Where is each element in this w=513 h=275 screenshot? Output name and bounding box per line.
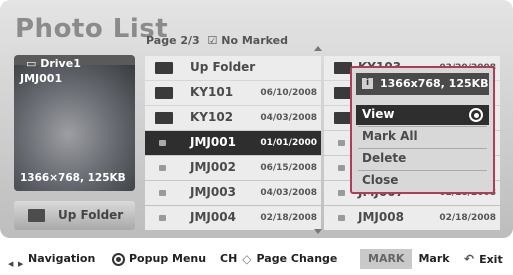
list-item[interactable]: KY102 04/03/2008 bbox=[145, 106, 321, 130]
bottom-help-bar: Navigation Popup Menu CH◇Page Change MAR… bbox=[0, 248, 513, 275]
photo-file-icon bbox=[159, 140, 166, 146]
info-icon: i bbox=[362, 78, 373, 89]
photo-file-icon bbox=[338, 215, 345, 221]
help-navigation: Navigation bbox=[8, 248, 95, 275]
folder-icon bbox=[155, 87, 173, 99]
help-mark: MARK Mark bbox=[360, 248, 450, 270]
list-item[interactable]: Up Folder bbox=[145, 56, 321, 80]
up-folder-button-label: Up Folder bbox=[58, 208, 124, 222]
menu-item-view[interactable]: View bbox=[356, 105, 489, 125]
list-item-selected[interactable]: JMJ001 01/01/2000 bbox=[145, 131, 321, 155]
menu-item-close[interactable]: Close bbox=[356, 171, 489, 191]
photo-file-icon bbox=[338, 190, 345, 196]
page-info: Page 2/3 ☑ No Marked bbox=[146, 34, 288, 47]
exit-icon: ↶ bbox=[464, 252, 475, 266]
help-page-change: CH ◇ Page Change bbox=[220, 248, 337, 270]
ok-button-icon bbox=[112, 252, 125, 266]
page-number: Page 2/3 bbox=[146, 34, 200, 47]
up-folder-button[interactable]: Up Folder bbox=[14, 201, 135, 230]
preview-file-name: JMJ001 bbox=[20, 72, 63, 85]
help-popup-menu: Popup Menu bbox=[112, 248, 206, 270]
popup-menu: i 1366x768, 125KB View Mark All Delete C… bbox=[350, 66, 495, 194]
navigation-arrows-icon bbox=[8, 252, 24, 275]
scroll-down-icon[interactable] bbox=[314, 229, 322, 234]
folder-icon bbox=[155, 112, 173, 124]
up-folder-icon bbox=[155, 62, 173, 74]
list-item[interactable]: JMJ004 02/18/2008 bbox=[145, 206, 321, 230]
menu-item-mark-all[interactable]: Mark All bbox=[356, 127, 489, 147]
mark-button-icon: MARK bbox=[360, 249, 413, 269]
drive-label: ▭ Drive1 bbox=[26, 57, 81, 70]
photo-file-icon bbox=[159, 215, 166, 221]
list-item[interactable]: JMJ003 04/03/2008 bbox=[145, 181, 321, 205]
list-item[interactable]: KY101 06/10/2008 bbox=[145, 81, 321, 105]
up-folder-icon bbox=[28, 209, 45, 222]
radio-selected-icon bbox=[469, 108, 483, 122]
channel-up-down-icon: ◇ bbox=[242, 252, 252, 266]
scroll-up-icon[interactable] bbox=[314, 46, 322, 51]
help-exit: ↶ Exit bbox=[464, 248, 503, 270]
popup-header-text: 1366x768, 125KB bbox=[380, 77, 489, 90]
photo-file-icon bbox=[159, 190, 166, 196]
photo-list-panel: Photo List Page 2/3 ☑ No Marked ▭ Drive1… bbox=[0, 0, 513, 238]
popup-header: i 1366x768, 125KB bbox=[356, 73, 489, 95]
list-item[interactable]: JMJ002 06/15/2008 bbox=[145, 156, 321, 180]
drive-icon: ▭ bbox=[26, 57, 41, 70]
checkbox-icon: ☑ bbox=[207, 34, 218, 47]
menu-item-delete[interactable]: Delete bbox=[356, 149, 489, 169]
photo-preview: ▭ Drive1 JMJ001 1366×768, 125KB bbox=[14, 55, 135, 191]
photo-file-icon bbox=[338, 140, 345, 146]
photo-file-icon bbox=[159, 165, 166, 171]
preview-resolution: 1366×768, 125KB bbox=[20, 172, 126, 184]
list-item[interactable]: JMJ008 02/18/2008 bbox=[324, 206, 500, 230]
photo-file-icon bbox=[338, 165, 345, 171]
mark-status: No Marked bbox=[221, 34, 288, 47]
